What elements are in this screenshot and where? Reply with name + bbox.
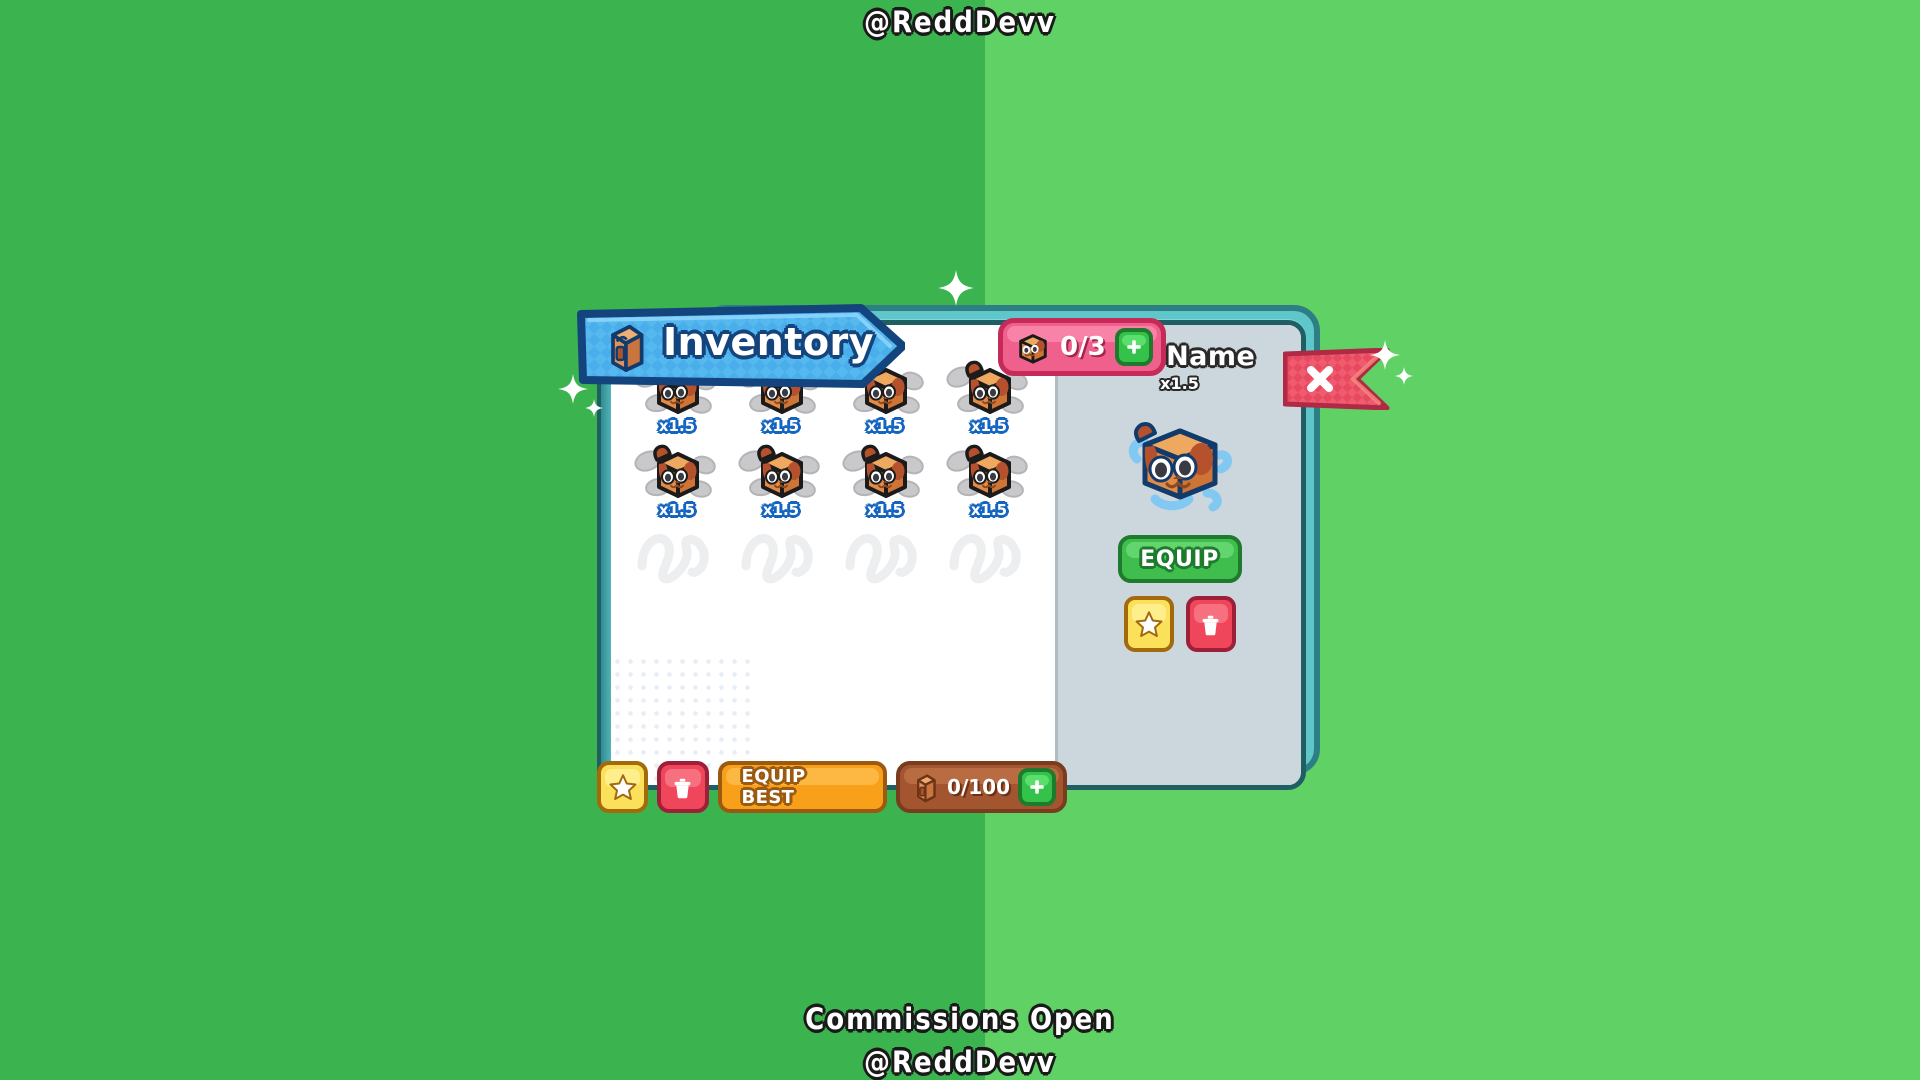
equip-best-label: EQUIP BEST bbox=[741, 766, 806, 808]
watermark-handle: @ReddDevv bbox=[864, 1046, 1056, 1080]
equip-button-label: EQUIP bbox=[1140, 546, 1219, 572]
inventory-capacity-button[interactable]: 0/100 bbox=[896, 761, 1067, 813]
pet-slot[interactable]: x1.5 bbox=[937, 431, 1041, 519]
pet-multiplier-badge: x1.5 bbox=[658, 417, 696, 435]
pet-multiplier-badge: x1.5 bbox=[658, 501, 696, 519]
star-icon bbox=[1135, 611, 1162, 637]
pet-cube-dog-icon bbox=[738, 443, 820, 503]
pet-slot[interactable]: x1.5 bbox=[625, 431, 729, 519]
pet-multiplier-badge: x1.5 bbox=[866, 501, 904, 519]
pet-multiplier-badge: x1.5 bbox=[762, 501, 800, 519]
pet-slot[interactable]: x1.5 bbox=[729, 431, 833, 519]
watermark-commissions: Commissions Open bbox=[805, 1003, 1115, 1037]
toolbar-delete-button[interactable] bbox=[657, 761, 709, 813]
pet-detail-panel: Pet Name x1.5 EQUIP bbox=[1055, 325, 1301, 785]
plus-icon bbox=[1126, 340, 1141, 354]
delete-pet-button[interactable] bbox=[1185, 596, 1236, 652]
equip-button[interactable]: EQUIP bbox=[1117, 535, 1242, 583]
squiggle-placeholder-icon bbox=[845, 534, 917, 584]
pet-slot-empty[interactable] bbox=[937, 515, 1041, 599]
pet-slot-empty[interactable] bbox=[625, 515, 729, 599]
watermark-top: @ReddDevv bbox=[864, 6, 1056, 40]
star-icon bbox=[609, 774, 637, 800]
pet-cube-dog-icon bbox=[634, 443, 716, 503]
backpack-icon bbox=[917, 774, 936, 802]
pet-slot[interactable]: x1.5 bbox=[833, 431, 937, 519]
detail-action-buttons bbox=[1123, 596, 1236, 652]
pet-multiplier-badge: x1.5 bbox=[762, 417, 800, 435]
capacity-value: 0/100 bbox=[947, 775, 1010, 799]
pet-cube-dog-icon bbox=[842, 443, 924, 503]
pet-multiplier-badge: x1.5 bbox=[866, 417, 904, 435]
pet-cube-icon bbox=[1019, 334, 1047, 364]
trash-icon bbox=[675, 778, 691, 798]
squiggle-placeholder-icon bbox=[949, 534, 1021, 584]
squiggle-placeholder-icon bbox=[637, 534, 709, 584]
game-screen: @ReddDevv Commissions Open @ReddDevv x1.… bbox=[0, 0, 1920, 1080]
pet-grid-area: x1.5 x1.5 x1.5 x1.5 x1.5 x1.5 x1.5 x1.5 bbox=[611, 325, 1055, 785]
equip-add-button[interactable] bbox=[1114, 328, 1153, 366]
trash-icon bbox=[1202, 615, 1219, 635]
inventory-toolbar: EQUIP BEST 0/100 bbox=[597, 761, 1067, 813]
capacity-add-button[interactable] bbox=[1018, 768, 1056, 806]
inventory-window: x1.5 x1.5 x1.5 x1.5 x1.5 x1.5 x1.5 x1.5 … bbox=[597, 319, 1306, 813]
pet-preview-image bbox=[1115, 407, 1245, 517]
plus-icon bbox=[1030, 780, 1044, 794]
favorite-pet-button[interactable] bbox=[1123, 596, 1174, 652]
inventory-banner: Inventory bbox=[575, 302, 905, 390]
backpack-icon bbox=[611, 324, 644, 372]
equipped-count-value: 0/3 bbox=[1060, 332, 1106, 362]
inventory-title: Inventory bbox=[663, 320, 875, 364]
pet-multiplier-badge: x1.5 bbox=[970, 417, 1008, 435]
pet-multiplier-badge: x1.5 bbox=[970, 501, 1008, 519]
toolbar-favorite-button[interactable] bbox=[597, 761, 649, 813]
pet-multiplier-label: x1.5 bbox=[1160, 374, 1199, 393]
close-button[interactable] bbox=[1283, 348, 1391, 410]
equipped-pets-counter: 0/3 bbox=[998, 318, 1166, 376]
close-x-icon bbox=[1307, 366, 1333, 392]
squiggle-placeholder-icon bbox=[741, 534, 813, 584]
pet-cube-dog-icon bbox=[946, 443, 1028, 503]
equip-best-button[interactable]: EQUIP BEST bbox=[717, 761, 888, 813]
pet-slot-empty[interactable] bbox=[833, 515, 937, 599]
pet-slot-empty[interactable] bbox=[729, 515, 833, 599]
